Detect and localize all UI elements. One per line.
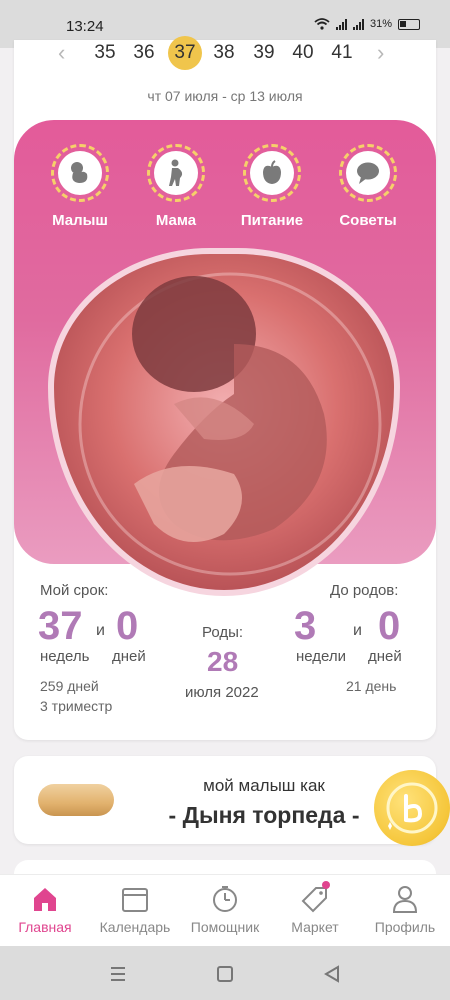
tab-market[interactable]: Маркет <box>270 875 360 947</box>
notification-dot <box>322 881 330 889</box>
category-label: Малыш <box>52 212 108 229</box>
category-nutrition[interactable]: Питание <box>224 144 320 229</box>
remaining-total-days: 21 день <box>346 678 397 694</box>
category-baby[interactable]: Малыш <box>32 144 128 229</box>
wifi-icon <box>314 18 330 30</box>
pregnancy-stats: Мой срок: 37 и 0 недель дней 259 дней 3 … <box>14 570 436 740</box>
term-days-unit: дней <box>112 648 146 665</box>
term-weeks-unit: недель <box>40 648 90 665</box>
tab-label: Главная <box>18 919 72 935</box>
week-38[interactable]: 38 <box>207 36 241 70</box>
baby-size-fruit-name: - Дыня торпеда - <box>168 802 360 828</box>
tab-label: Маркет <box>291 919 339 935</box>
torpedo-melon-image <box>38 784 114 816</box>
remaining-days-value: 0 <box>378 604 401 648</box>
tab-profile[interactable]: Профиль <box>360 875 450 947</box>
tab-label: Помощник <box>190 919 260 935</box>
chevron-right-icon[interactable]: › <box>377 40 384 66</box>
person-icon <box>392 886 418 913</box>
due-label: Роды: <box>202 624 244 641</box>
category-mom[interactable]: Мама <box>128 144 224 229</box>
bottom-tab-bar: Главная Календарь Помощник Маркет Профил… <box>0 874 450 946</box>
term-label: Мой срок: <box>40 582 109 599</box>
week-36[interactable]: 36 <box>127 36 161 70</box>
due-day: 28 <box>207 646 239 677</box>
menu-icon[interactable] <box>106 962 130 986</box>
baby-icon <box>71 162 88 183</box>
tab-calendar[interactable]: Календарь <box>90 875 180 947</box>
status-icons: 31% <box>314 18 420 30</box>
home-square-icon[interactable] <box>213 962 237 986</box>
week-selector: ‹ 35 36 37 38 39 40 41 › <box>14 36 436 70</box>
category-label: Мама <box>155 212 197 229</box>
week-35[interactable]: 35 <box>88 36 122 70</box>
speech-bubble-icon <box>357 162 379 184</box>
system-navigation-bar <box>0 946 450 1000</box>
remaining-and: и <box>353 622 362 639</box>
week-date-range: чт 07 июля - ср 13 июля <box>147 88 303 104</box>
battery-icon <box>398 18 420 30</box>
home-icon <box>34 888 56 911</box>
term-trimester: 3 триместр <box>40 698 113 714</box>
apple-icon <box>263 160 281 184</box>
tab-label: Календарь <box>99 919 171 935</box>
remaining-weeks-value: 3 <box>294 604 317 648</box>
battery-percent: 31% <box>369 18 392 30</box>
week-41[interactable]: 41 <box>325 36 359 70</box>
category-label: Советы <box>339 212 397 229</box>
remaining-label: До родов: <box>330 582 399 599</box>
term-and: и <box>96 622 105 639</box>
week-39[interactable]: 39 <box>247 36 281 70</box>
term-weeks-value: 37 <box>38 604 83 648</box>
bonus-coin-button[interactable] <box>374 770 450 846</box>
due-month-year: июля 2022 <box>185 684 259 701</box>
price-tag-icon <box>301 887 327 913</box>
category-label: Питание <box>240 212 304 229</box>
term-days-value: 0 <box>116 604 139 648</box>
tab-assistant[interactable]: Помощник <box>180 875 270 947</box>
baby-size-caption: мой малыш как <box>203 776 325 795</box>
remaining-days-unit: дней <box>368 648 402 665</box>
status-time: 13:24 <box>66 18 104 35</box>
term-total-days: 259 дней <box>40 678 99 694</box>
remaining-weeks-unit: недели <box>296 648 347 665</box>
week-37-active[interactable]: 37 <box>168 36 202 70</box>
category-tips[interactable]: Советы <box>320 144 416 229</box>
chevron-left-icon[interactable]: ‹ <box>58 40 65 66</box>
calendar-icon <box>122 888 148 912</box>
week-40[interactable]: 40 <box>286 36 320 70</box>
baby-size-card[interactable]: мой малыш как - Дыня торпеда - <box>14 756 436 844</box>
coin-icon <box>386 782 438 834</box>
signal-icon-2 <box>352 18 364 30</box>
stopwatch-icon <box>213 886 237 912</box>
pregnant-mother-icon <box>169 159 183 186</box>
signal-icon <box>335 18 347 30</box>
tab-label: Профиль <box>374 919 436 935</box>
back-triangle-icon[interactable] <box>320 962 344 986</box>
tab-home[interactable]: Главная <box>0 875 90 947</box>
